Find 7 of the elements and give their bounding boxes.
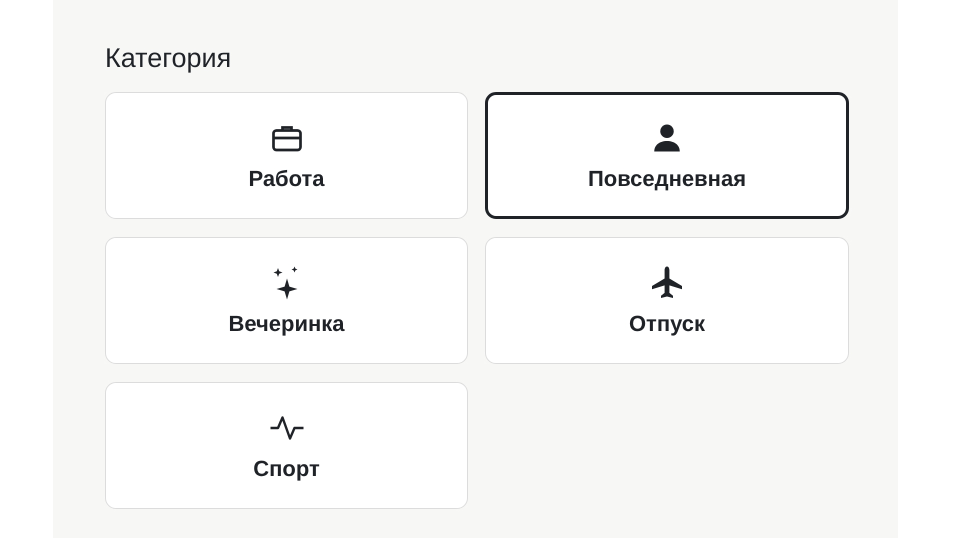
category-option[interactable]: Вечеринка [105,237,468,364]
category-option[interactable]: Повседневная [485,92,849,219]
airplane-icon [649,264,685,300]
section-title: Категория [105,42,232,75]
category-option[interactable]: Спорт [105,382,468,509]
category-option[interactable]: Работа [105,92,468,219]
category-option[interactable]: Отпуск [485,237,849,364]
